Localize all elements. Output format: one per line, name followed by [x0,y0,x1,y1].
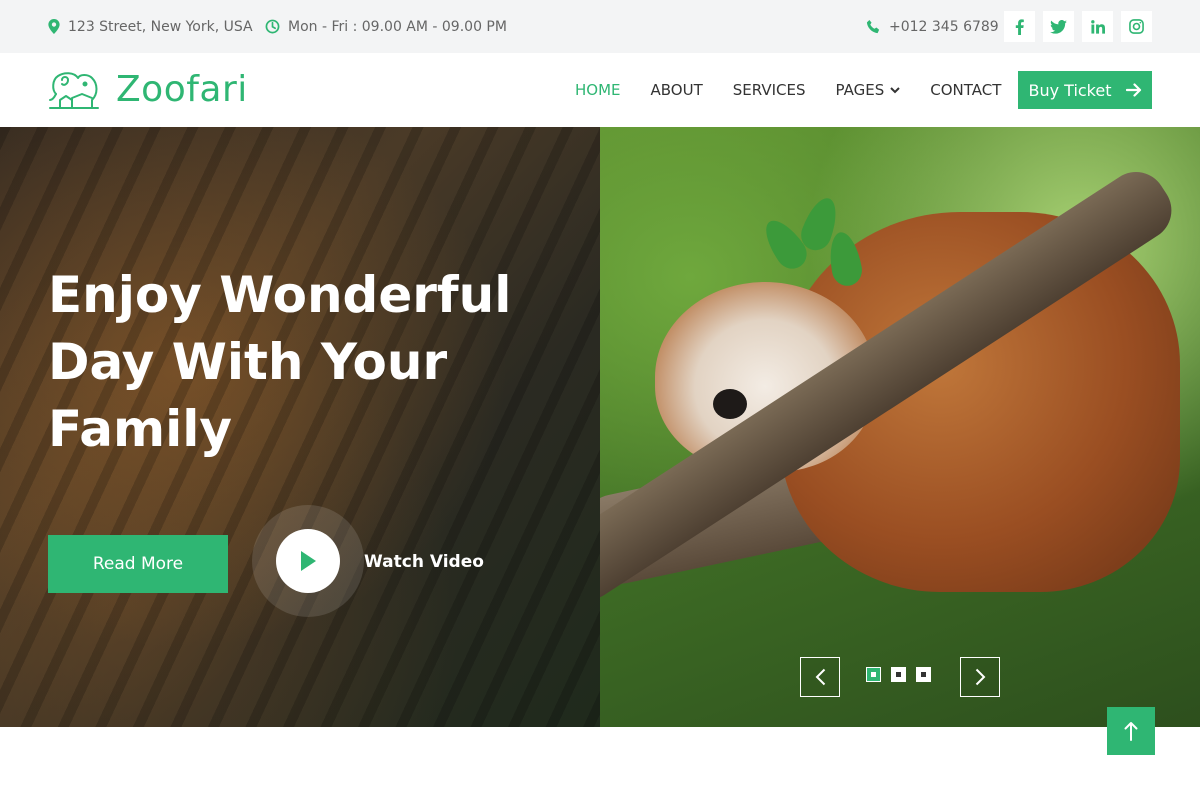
nav-pages-label: PAGES [835,81,885,99]
arrow-up-icon [1124,722,1138,741]
linkedin-icon [1090,19,1105,34]
watch-video-label[interactable]: Watch Video [364,552,484,572]
carousel-next-button[interactable] [960,657,1000,697]
buy-ticket-label: Buy Ticket [1028,80,1112,100]
nav-links: HOME ABOUT SERVICES PAGES CONTACT [575,53,1031,127]
brand-logo[interactable]: Zoofari [48,69,248,110]
hero-title: Enjoy Wonderful Day With Your Family [48,266,512,458]
carousel-dots [866,667,931,682]
main-navbar: Zoofari HOME ABOUT SERVICES PAGES CONTAC… [0,53,1200,127]
hero-carousel: Enjoy Wonderful Day With Your Family Rea… [0,127,1200,727]
phone-icon [866,19,880,34]
nav-services[interactable]: SERVICES [733,81,806,99]
arrow-right-icon [1125,83,1141,97]
red-panda-nose [713,389,747,419]
address-info: 123 Street, New York, USA [48,0,253,53]
chevron-down-icon [890,86,900,93]
nav-contact-label: CONTACT [930,81,1002,99]
address-text: 123 Street, New York, USA [68,18,253,35]
back-to-top-button[interactable] [1107,707,1155,755]
nav-about-label: ABOUT [650,81,703,99]
carousel-dot-3[interactable] [916,667,931,682]
nav-services-label: SERVICES [732,81,806,99]
read-more-button[interactable]: Read More [48,535,228,593]
play-icon [301,551,316,571]
carousel-prev-button[interactable] [800,657,840,697]
hours-info: Mon - Fri : 09.00 AM - 09.00 PM [265,0,507,53]
elephant-logo-icon [49,71,99,109]
nav-home-label: HOME [575,81,621,99]
instagram-icon [1129,19,1144,34]
carousel-dot-1[interactable] [866,667,881,682]
read-more-label: Read More [92,554,184,574]
linkedin-link[interactable] [1082,11,1113,42]
nav-about[interactable]: ABOUT [651,81,703,99]
twitter-icon [1050,19,1067,34]
nav-pages-dropdown[interactable]: PAGES [836,81,901,99]
buy-ticket-button[interactable]: Buy Ticket [1018,71,1152,109]
nav-home[interactable]: HOME [575,81,621,99]
chevron-left-icon [815,668,825,686]
instagram-link[interactable] [1121,11,1152,42]
phone-text: +012 345 6789 [889,18,999,35]
hero-red-panda-image [600,127,1200,727]
phone-info[interactable]: +012 345 6789 [866,0,999,53]
watch-video-button[interactable] [252,505,364,617]
facebook-icon [1015,18,1024,35]
brand-name: Zoofari [116,69,248,110]
map-marker-icon [48,19,60,34]
top-info-bar: 123 Street, New York, USA Mon - Fri : 09… [0,0,1200,53]
chevron-right-icon [975,668,985,686]
play-button[interactable] [276,529,340,593]
twitter-link[interactable] [1043,11,1074,42]
clock-icon [265,19,280,34]
social-links [1004,11,1152,42]
facebook-link[interactable] [1004,11,1035,42]
carousel-dot-2[interactable] [891,667,906,682]
hours-text: Mon - Fri : 09.00 AM - 09.00 PM [288,18,507,35]
nav-contact[interactable]: CONTACT [930,81,1001,99]
